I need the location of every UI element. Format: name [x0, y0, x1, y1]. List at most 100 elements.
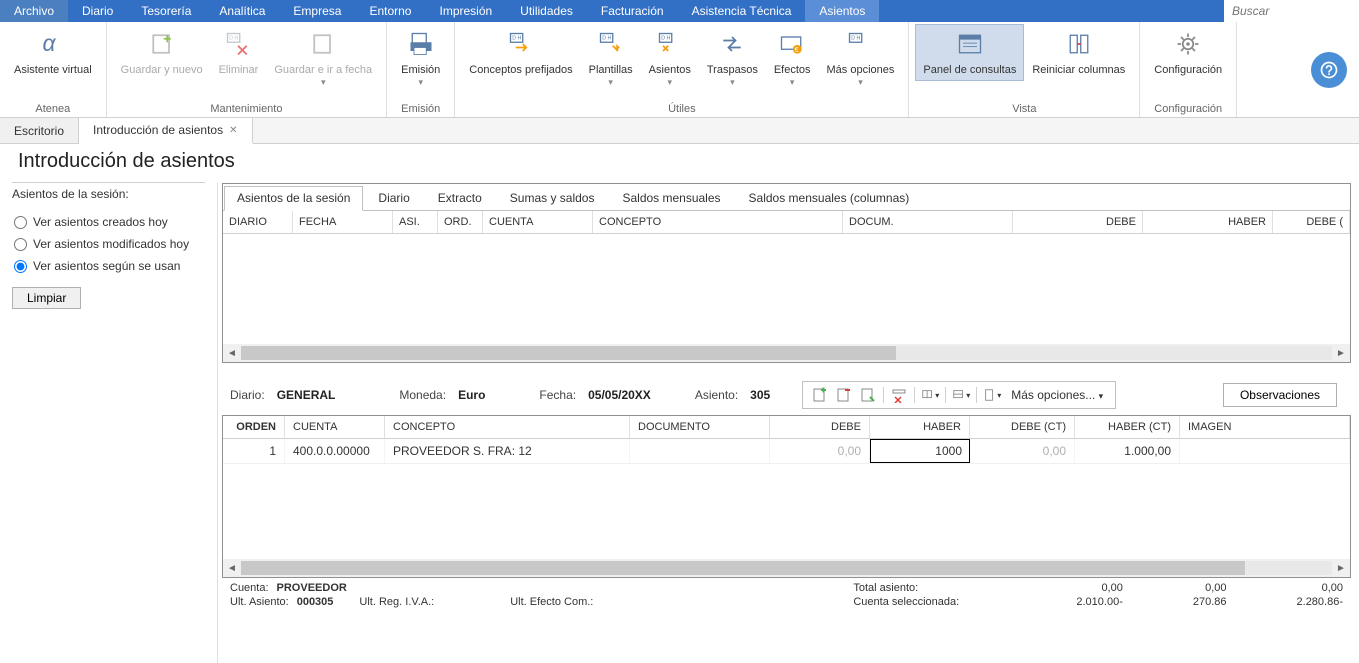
cuenta-value: PROVEEDOR — [277, 582, 347, 594]
cell-documento[interactable] — [630, 439, 770, 463]
inner-tab-sumas[interactable]: Sumas y saldos — [497, 186, 608, 210]
ecol-concepto[interactable]: CONCEPTO — [385, 416, 630, 438]
footer: Cuenta: PROVEEDOR Ult. Asiento: 000305 U… — [222, 578, 1351, 608]
close-icon[interactable]: ✕ — [229, 125, 237, 136]
total3-r1: 0,00 — [1322, 582, 1343, 594]
help-button[interactable] — [1311, 52, 1347, 88]
ecol-debe-ct[interactable]: DEBE (CT) — [970, 416, 1075, 438]
col-haber[interactable]: HABER — [1143, 211, 1273, 233]
emision-button[interactable]: Emisión▾ — [393, 24, 448, 92]
panel-icon — [954, 28, 986, 60]
document-tabs: Escritorio Introducción de asientos✕ — [0, 118, 1359, 144]
radio-segun-usan[interactable]: Ver asientos según se usan — [12, 255, 205, 277]
session-grid-body[interactable] — [223, 234, 1350, 344]
delete-row-icon[interactable] — [835, 386, 853, 404]
ecol-imagen[interactable]: IMAGEN — [1180, 416, 1350, 438]
asiento-label: Asiento: — [695, 388, 738, 402]
menu-utilidades[interactable]: Utilidades — [506, 0, 587, 22]
menu-archivo[interactable]: Archivo — [0, 0, 68, 22]
cell-imagen[interactable] — [1180, 439, 1350, 463]
col-fecha[interactable]: FECHA — [293, 211, 393, 233]
menu-entorno[interactable]: Entorno — [355, 0, 425, 22]
tab-escritorio[interactable]: Escritorio — [0, 118, 79, 143]
session-grid-scrollbar[interactable]: ◄ ► — [223, 344, 1350, 362]
observaciones-button[interactable]: Observaciones — [1223, 383, 1337, 407]
table-row[interactable]: 1 400.0.0.00000 PROVEEDOR S. FRA: 12 0,0… — [223, 439, 1350, 464]
col-docum[interactable]: DOCUM. — [843, 211, 1013, 233]
cell-cuenta[interactable]: 400.0.0.00000 — [285, 439, 385, 463]
radio-modificados-hoy[interactable]: Ver asientos modificados hoy — [12, 233, 205, 255]
ecol-orden[interactable]: ORDEN — [223, 416, 285, 438]
concepts-icon: D H — [505, 28, 537, 60]
tab-introduccion-asientos[interactable]: Introducción de asientos✕ — [79, 118, 252, 144]
col-asi[interactable]: ASI. — [393, 211, 438, 233]
entry-grid: ORDEN CUENTA CONCEPTO DOCUMENTO DEBE HAB… — [222, 415, 1351, 578]
cell-debe-ct[interactable]: 0,00 — [970, 439, 1075, 463]
entry-grid-scrollbar[interactable]: ◄ ► — [223, 559, 1350, 577]
new-row-icon[interactable] — [811, 386, 829, 404]
cell-orden[interactable]: 1 — [223, 439, 285, 463]
mas-opciones-button[interactable]: D H Más opciones▾ — [819, 24, 903, 92]
menu-asistencia[interactable]: Asistencia Técnica — [678, 0, 806, 22]
scroll-right-icon[interactable]: ► — [1332, 348, 1350, 359]
ecol-debe[interactable]: DEBE — [770, 416, 870, 438]
inner-tab-diario[interactable]: Diario — [365, 186, 422, 210]
menu-tesoreria[interactable]: Tesorería — [127, 0, 205, 22]
panel-consultas-button[interactable]: Panel de consultas — [915, 24, 1024, 81]
transfer-icon — [716, 28, 748, 60]
group-atenea-label: Atenea — [6, 101, 100, 117]
plantillas-button[interactable]: D H Plantillas▾ — [581, 24, 641, 92]
asistente-virtual-button[interactable]: α Asistente virtual — [6, 24, 100, 81]
limpiar-button[interactable]: Limpiar — [12, 287, 81, 309]
cell-concepto[interactable]: PROVEEDOR S. FRA: 12 — [385, 439, 630, 463]
inner-tab-sesion[interactable]: Asientos de la sesión — [224, 186, 363, 211]
menu-analitica[interactable]: Analítica — [205, 0, 279, 22]
menu-impresion[interactable]: Impresión — [425, 0, 506, 22]
efectos-button[interactable]: € Efectos▾ — [766, 24, 819, 92]
guardar-fecha-label: Guardar e ir a fecha — [274, 64, 372, 77]
configuracion-button[interactable]: Configuración — [1146, 24, 1230, 81]
menu-asientos[interactable]: Asientos — [805, 0, 879, 22]
reiniciar-columnas-button[interactable]: Reiniciar columnas — [1024, 24, 1133, 81]
ecol-cuenta[interactable]: CUENTA — [285, 416, 385, 438]
col-debe[interactable]: DEBE — [1013, 211, 1143, 233]
search-input[interactable] — [1224, 0, 1359, 22]
conceptos-button[interactable]: D H Conceptos prefijados — [461, 24, 580, 81]
print-icon — [405, 28, 437, 60]
traspasos-button[interactable]: Traspasos▾ — [699, 24, 766, 92]
grid-opts1-icon[interactable]: ▾ — [921, 386, 939, 404]
mas-opciones-dropdown[interactable]: Más opciones... ▾ — [1007, 388, 1107, 402]
menu-diario[interactable]: Diario — [68, 0, 127, 22]
grid-opts2-icon[interactable]: ▾ — [952, 386, 970, 404]
ecol-documento[interactable]: DOCUMENTO — [630, 416, 770, 438]
insert-row-icon[interactable] — [859, 386, 877, 404]
guardar-nuevo-button[interactable]: Guardar y nuevo — [113, 24, 211, 81]
remove-row-icon[interactable] — [890, 386, 908, 404]
scroll-left-icon[interactable]: ◄ — [223, 348, 241, 359]
menu-empresa[interactable]: Empresa — [279, 0, 355, 22]
col-cuenta[interactable]: CUENTA — [483, 211, 593, 233]
menu-facturacion[interactable]: Facturación — [587, 0, 678, 22]
ecol-haber-ct[interactable]: HABER (CT) — [1075, 416, 1180, 438]
scroll-left-icon[interactable]: ◄ — [223, 563, 241, 574]
asientos-btn[interactable]: D H Asientos▾ — [641, 24, 699, 92]
ecol-haber[interactable]: HABER — [870, 416, 970, 438]
save-date-icon — [307, 28, 339, 60]
guardar-fecha-button[interactable]: Guardar e ir a fecha▾ — [266, 24, 380, 92]
doc-opts-icon[interactable]: ▾ — [983, 386, 1001, 404]
radio-creados-hoy[interactable]: Ver asientos creados hoy — [12, 211, 205, 233]
cell-debe[interactable]: 0,00 — [770, 439, 870, 463]
col-debe2[interactable]: DEBE ( — [1273, 211, 1350, 233]
cell-haber-ct[interactable]: 1.000,00 — [1075, 439, 1180, 463]
inner-tab-extracto[interactable]: Extracto — [425, 186, 495, 210]
col-diario[interactable]: DIARIO — [223, 211, 293, 233]
entry-grid-body[interactable]: 1 400.0.0.00000 PROVEEDOR S. FRA: 12 0,0… — [223, 439, 1350, 559]
col-ord[interactable]: ORD. — [438, 211, 483, 233]
col-concepto[interactable]: CONCEPTO — [593, 211, 843, 233]
inner-tab-saldos-col[interactable]: Saldos mensuales (columnas) — [736, 186, 923, 210]
eliminar-button[interactable]: D H Eliminar — [211, 24, 267, 81]
inner-tab-saldos[interactable]: Saldos mensuales — [609, 186, 733, 210]
cell-haber[interactable]: 1000 — [870, 439, 970, 463]
scroll-right-icon[interactable]: ► — [1332, 563, 1350, 574]
asientos-label: Asientos — [649, 64, 691, 77]
